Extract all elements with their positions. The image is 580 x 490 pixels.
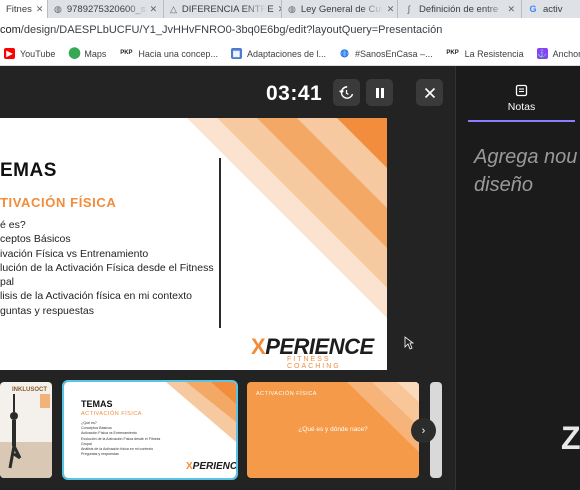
logo-tagline: FITNESS COACHING — [287, 356, 341, 370]
slide-thumbnail-3[interactable]: ACTIVACIÓN FÍSICA ¿Qué es y dónde nace? — [247, 382, 419, 478]
yoga-figure-image — [0, 394, 52, 478]
slide-decoration-stripes — [187, 118, 387, 318]
next-slides-button[interactable]: › — [411, 418, 436, 443]
chevron-right-icon: › — [421, 424, 426, 437]
globe-icon: ◍ — [340, 48, 349, 59]
slide-thumbnail-1[interactable]: INKLUSOCT — [0, 382, 52, 478]
browser-tab-fitness[interactable]: Fitnes ✕ — [0, 0, 48, 18]
browser-tab-ley-general[interactable]: ◍ Ley General de Cul ✕ — [282, 0, 398, 18]
browser-tab-google[interactable]: G activ — [522, 0, 580, 18]
thumbnail-title: TEMAS — [81, 399, 113, 409]
browser-tab-definicion[interactable]: ∫ Definición de entre ✕ — [398, 0, 522, 18]
list-item: ivación Física vs Entrenamiento — [0, 247, 149, 260]
current-slide: EMAS TIVACIÓN FÍSICA é es? ceptos Básico… — [0, 118, 387, 370]
list-item: pal — [0, 276, 15, 289]
tab-notas[interactable]: Notas — [468, 66, 575, 122]
slide-thumbnail-strip: INKLUSOCT TEMAS ACTIVACIÓN FÍSICA ¿Qué e… — [0, 380, 455, 480]
bookmark-la-resistencia[interactable]: PKP La Resistencia — [446, 48, 523, 59]
globe-icon: ◍ — [54, 4, 62, 14]
notes-tab-label: Notas — [507, 101, 536, 113]
pkp-icon: PKP — [120, 50, 133, 56]
url-text[interactable]: com/design/DAESPLbUCFU/Y1_JvHHvFNRO0-3bq… — [0, 24, 442, 36]
close-tab-icon[interactable]: ✕ — [274, 4, 281, 15]
bookmark-youtube[interactable]: ▶ YouTube — [4, 48, 55, 59]
thumbnail-subtitle: ACTIVACIÓN FÍSICA — [81, 411, 142, 417]
pkp-icon: PKP — [446, 50, 459, 56]
reset-timer-button[interactable] — [333, 79, 360, 106]
anchor-icon: ⚓ — [536, 48, 548, 59]
presenter-view: 03:41 EMAS TIVACIÓN FÍSICA é es? ceptos … — [0, 66, 455, 490]
page-icon: ∫ — [407, 4, 411, 14]
thumbnail-list: ¿Qué es? Conceptos Básicos Activación Fí… — [81, 421, 161, 457]
close-tab-icon[interactable]: ✕ — [383, 4, 395, 15]
screen: Fitnes ✕ ◍ 9789275320600_s ✕ △ DIFERENCI… — [0, 0, 580, 490]
notes-panel: Notas Agrega nou diseño Z — [455, 66, 580, 490]
slide-divider — [219, 158, 221, 328]
notes-placeholder[interactable]: Agrega nou diseño — [474, 143, 580, 199]
slide-thumbnail-2[interactable]: TEMAS ACTIVACIÓN FÍSICA ¿Qué es? Concept… — [62, 380, 238, 480]
list-item: guntas y respuestas — [0, 304, 94, 317]
google-icon: G — [529, 4, 537, 14]
bookmark-hacia-una-concep[interactable]: PKP Hacia una concep... — [119, 48, 218, 59]
close-icon — [424, 87, 435, 98]
close-tab-icon[interactable]: ✕ — [32, 4, 44, 15]
browser-tab-document[interactable]: ◍ 9789275320600_s ✕ — [48, 0, 164, 18]
notes-icon — [515, 84, 528, 97]
pause-timer-button[interactable] — [366, 79, 393, 106]
list-item: é es? — [0, 219, 26, 231]
slide-decoration-stripes — [166, 382, 236, 442]
mouse-cursor-icon — [404, 336, 415, 355]
list-item: lisis de la Activación física en mi cont… — [0, 290, 193, 303]
slide-topic-list: é es? ceptos Básicos ivación Física vs E… — [0, 218, 214, 318]
history-reset-icon — [339, 86, 354, 99]
bookmarks-bar: ▶ YouTube ⬤ Maps PKP Hacia una concep...… — [0, 42, 580, 66]
bookmark-anchor[interactable]: ⚓ Anchor: la — [536, 48, 580, 59]
browser-tab-strip: Fitnes ✕ ◍ 9789275320600_s ✕ △ DIFERENCI… — [0, 0, 580, 18]
drive-icon: △ — [170, 4, 177, 14]
bookmark-sanosencasa[interactable]: ◍ #SanosEnCasa –... — [339, 48, 432, 59]
thumbnail-question: ¿Qué es y dónde nace? — [298, 426, 368, 433]
youtube-icon: ▶ — [4, 48, 15, 59]
list-item: lución de la Activación Física desde el … — [0, 261, 214, 274]
grid-icon: ▦ — [230, 48, 242, 59]
list-item: ceptos Básicos — [0, 233, 71, 246]
thumbnail-logo: XPERIENCE — [186, 461, 236, 472]
close-presenter-button[interactable] — [416, 79, 443, 106]
corner-logo-mark: Z — [561, 420, 580, 456]
bookmark-adaptaciones[interactable]: ▦ Adaptaciones de l... — [230, 48, 326, 59]
slide-subtitle: TIVACIÓN FÍSICA — [0, 195, 117, 210]
bookmark-maps[interactable]: ⬤ Maps — [68, 48, 106, 59]
globe-icon: ◍ — [288, 4, 296, 14]
tab-title: activ — [543, 3, 563, 15]
tab-title: Fitnes — [6, 3, 32, 15]
slide-title: EMAS — [0, 160, 57, 181]
browser-tab-diferencia[interactable]: △ DIFERENCIA ENTRE ✕ — [164, 0, 282, 18]
maps-pin-icon: ⬤ — [68, 47, 81, 59]
presentation-timer: 03:41 — [266, 82, 323, 105]
thumbnail-heading: ACTIVACIÓN FÍSICA — [256, 391, 317, 397]
pause-icon — [375, 87, 384, 98]
address-bar[interactable]: com/design/DAESPLbUCFU/Y1_JvHHvFNRO0-3bq… — [0, 18, 580, 42]
